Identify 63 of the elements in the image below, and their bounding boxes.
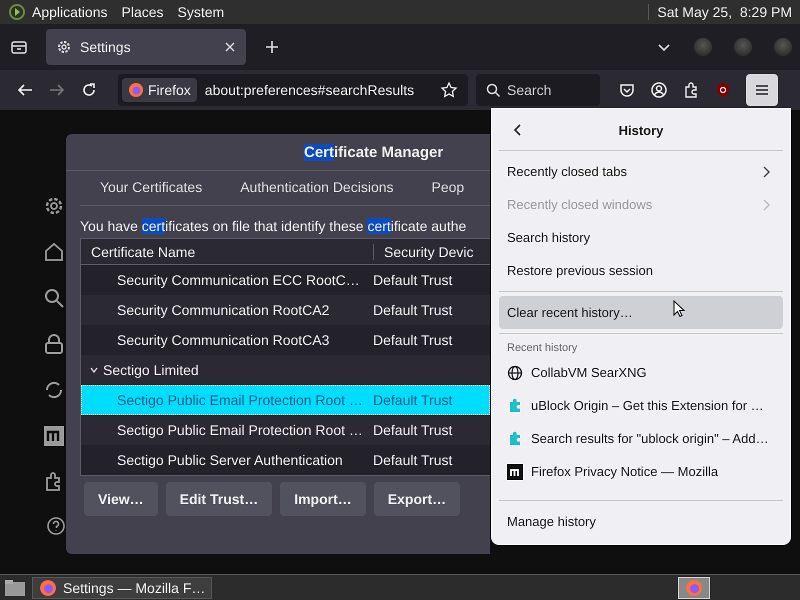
dialog-button[interactable]: View… [84,482,158,516]
menu-item[interactable]: Restore previous session [499,254,783,287]
globe-icon [507,364,523,380]
column-header[interactable]: Security Devic [373,244,490,260]
dialog-button[interactable]: Import… [280,482,366,516]
tray-launcher[interactable] [678,576,710,598]
menu-button[interactable] [746,74,778,106]
history-entry[interactable]: Search results for "ublock origin" – Add… [499,422,783,455]
dialog-button[interactable]: Export… [374,482,460,516]
reload-icon[interactable] [80,81,98,99]
browser-logo-icon [39,578,57,596]
panel-menu[interactable]: System [178,4,224,20]
gear-icon [56,39,72,55]
description-text: You have certificates on file that identify these certificate authe [80,218,468,234]
puzzle-icon [507,398,523,414]
search-field[interactable]: Search [476,74,600,106]
plus-icon[interactable] [264,39,280,55]
clock: Sat May 25, 8:29 PM [648,4,792,20]
browser-logo-icon [685,578,703,596]
star-icon[interactable] [440,81,458,99]
mouse-pointer-icon [673,300,685,318]
folder-icon[interactable] [4,578,26,596]
m-logo-icon [507,464,523,480]
m-logo-icon[interactable] [42,424,66,448]
history-entry[interactable]: uBlock Origin – Get this Extension for … [499,389,783,422]
menu-item[interactable]: Manage history [499,505,783,537]
close-icon[interactable] [224,41,236,53]
certificate-row[interactable]: Security Communication RootCA3 Default Trust [81,325,490,355]
dialog-tab[interactable]: Your Certificates [100,179,202,195]
lock-icon[interactable] [42,332,66,356]
dialog-tab[interactable]: Authentication Decisions [240,179,394,195]
certificate-row[interactable]: Sectigo Public Server Authentication Default Trust [81,445,490,475]
taskbar-window-button[interactable]: Settings — Mozilla F… [32,576,212,598]
section-label: Recent history [506,341,578,356]
browser-logo-icon [128,82,144,98]
history-entry[interactable]: Firefox Privacy Notice — Mozilla [499,455,783,488]
account-icon[interactable] [650,81,668,99]
dialog-button[interactable]: Edit Trust… [166,482,272,516]
puzzle-icon [507,430,523,446]
shield-icon[interactable] [714,81,732,99]
certificate-row[interactable]: Security Communication ECC RootC… Default Trust [81,265,490,295]
search-icon [485,82,501,98]
history-entry[interactable]: CollabVM SearXNG [499,356,783,389]
menu-title: History [618,122,664,138]
address-bar[interactable]: Firefox about:preferences#searchResults [118,74,468,106]
panel-menu[interactable]: Applications [32,4,108,20]
certificate-row[interactable]: Sectigo Public Email Protection Root … Default Trust [81,385,490,415]
column-header[interactable]: Certificate Name [81,244,373,260]
chevron-right-icon [761,166,771,178]
panel-menu[interactable]: Places [122,4,164,20]
menu-item[interactable]: Recently closed tabs [499,155,783,188]
search-icon[interactable] [42,286,66,310]
dialog-tab[interactable]: Peop [432,179,464,195]
dialog-title: Certificate Manager [66,134,490,171]
browser-tab[interactable]: Settings [46,29,246,65]
help-icon[interactable] [46,516,66,536]
menu-item[interactable]: Clear recent history… [499,296,783,329]
chevron-icon [89,365,99,375]
menu-item[interactable]: Search history [499,221,783,254]
app-menu-icon[interactable] [8,3,26,21]
identity-box[interactable]: Firefox [122,78,197,102]
home-icon[interactable] [42,240,66,264]
chevron-right-icon [761,198,771,210]
